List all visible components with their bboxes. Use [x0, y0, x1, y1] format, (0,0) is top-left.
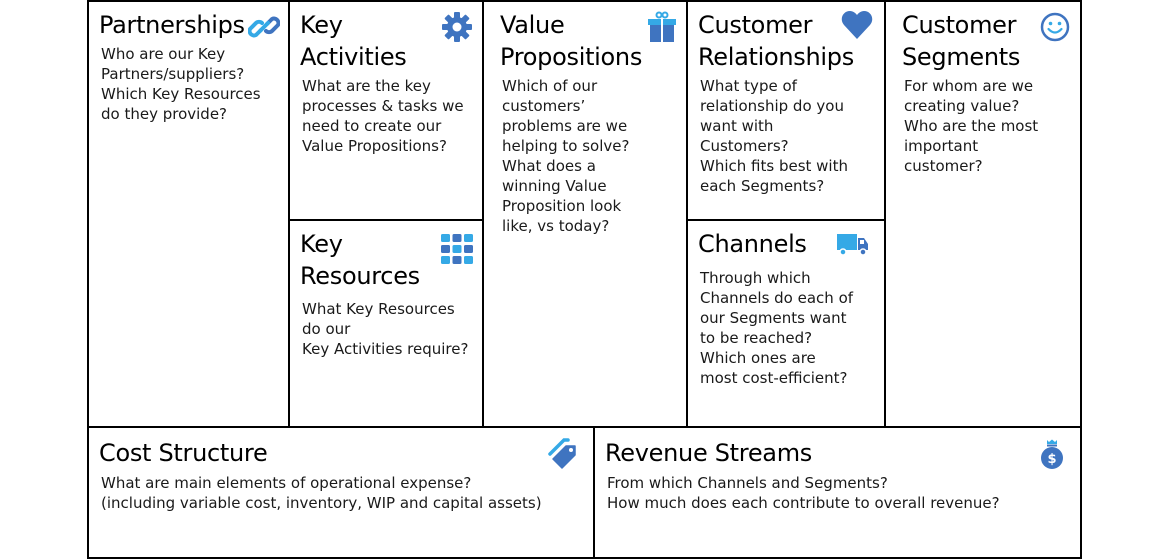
block-description: What type of relationship do you want wi… — [700, 77, 848, 195]
block-key-activities: Key Activities What are the key processe… — [288, 2, 484, 221]
smiley-icon — [1040, 12, 1070, 42]
block-partnerships: Partnerships Who are our Key Partners/su… — [89, 2, 289, 428]
block-description: Which of our customers’ problems are we … — [502, 77, 630, 235]
block-value-propositions: Value Propositions Which of our customer… — [482, 2, 688, 428]
business-model-canvas: Partnerships Who are our Key Partners/su… — [87, 0, 1082, 559]
block-title: Partnerships — [99, 11, 245, 39]
link-icon — [248, 16, 280, 38]
block-customer-relationships: Customer Relationships What type of rela… — [686, 2, 886, 221]
tag-icon — [548, 438, 576, 469]
block-description: What Key Resources do our Key Activities… — [302, 300, 469, 358]
block-title: Customer Segments — [902, 11, 1021, 71]
heart-icon — [841, 11, 873, 39]
block-description: What are main elements of operational ex… — [101, 474, 542, 512]
grid-icon — [441, 234, 473, 264]
truck-icon — [837, 234, 868, 256]
block-revenue-streams: Revenue Streams From which Channels and … — [593, 426, 1080, 559]
block-title: Value Propositions — [500, 11, 643, 71]
block-description: What are the key processes & tasks we ne… — [302, 77, 464, 155]
block-title: Revenue Streams — [605, 439, 812, 467]
block-title: Customer Relationships — [698, 11, 854, 71]
block-title: Channels — [698, 230, 807, 258]
svg-text:$: $ — [1047, 452, 1056, 467]
block-cost-structure: Cost Structure What are main elements of… — [89, 426, 595, 559]
block-description: From which Channels and Segments? How mu… — [607, 474, 1000, 512]
money-bag-icon: $ — [1041, 439, 1063, 469]
gear-icon — [442, 12, 472, 42]
block-title: Key Resources — [300, 230, 420, 290]
block-description: For whom are we creating value? Who are … — [904, 77, 1039, 175]
block-title: Cost Structure — [99, 439, 268, 467]
block-key-resources: Key Resources What Key Resources do our … — [288, 219, 484, 428]
block-title: Key Activities — [300, 11, 407, 71]
block-description: Through which Channels do each of our Se… — [700, 269, 854, 387]
block-channels: Channels Through which Channels do each … — [686, 219, 886, 428]
gift-icon — [648, 11, 676, 42]
block-customer-segments: Customer Segments For whom are we creati… — [884, 2, 1080, 428]
block-description: Who are our Key Partners/suppliers? Whic… — [101, 45, 261, 123]
